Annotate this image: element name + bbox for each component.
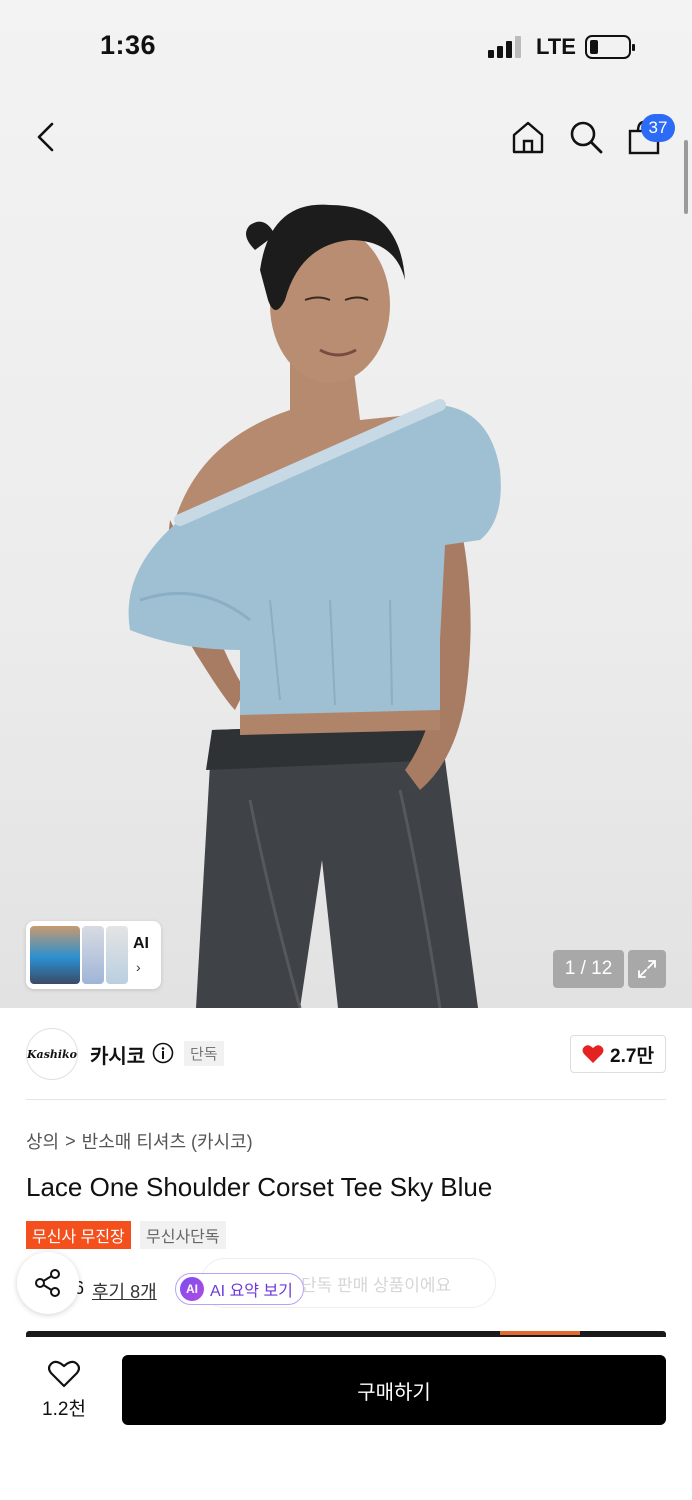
brand-logo[interactable]: Kashiko	[26, 1028, 78, 1080]
thumbnail-3	[106, 926, 128, 984]
chevron-left-icon	[37, 122, 54, 152]
thumbnail-2	[82, 926, 104, 984]
status-time: 1:36	[100, 30, 157, 60]
breadcrumb-level1[interactable]: 상의	[26, 1128, 59, 1154]
promo-tag: 무신사 무진장	[26, 1221, 131, 1249]
like-count: 2.7만	[610, 1045, 654, 1067]
search-button[interactable]	[566, 117, 606, 157]
cart-count-badge: 37	[641, 114, 675, 142]
wishlist-count: 1.2천	[42, 1399, 86, 1420]
exclusive-badge: 단독	[184, 1041, 224, 1066]
like-button[interactable]: 2.7만	[570, 1035, 666, 1073]
back-button[interactable]	[26, 117, 66, 157]
info-icon[interactable]	[152, 1042, 174, 1064]
image-counter: 1 / 12	[553, 950, 624, 988]
breadcrumb-level2[interactable]: 반소매 티셔츠 (카시코)	[82, 1128, 253, 1154]
review-count-link[interactable]: 후기 8개	[92, 1278, 157, 1304]
wishlist-button[interactable]: 1.2천	[34, 1360, 94, 1421]
buy-button[interactable]: 구매하기	[122, 1355, 666, 1425]
network-label: LTE	[536, 34, 576, 59]
ai-label: AI	[133, 935, 149, 952]
ai-summary-button[interactable]: AI AI 요약 보기	[175, 1273, 304, 1305]
page-scrollbar[interactable]	[684, 140, 688, 214]
exclusive-tag: 무신사단독	[140, 1221, 226, 1249]
home-button[interactable]	[508, 117, 548, 157]
fullscreen-button[interactable]	[628, 950, 666, 988]
breadcrumb: 상의 > 반소매 티셔츠 (카시코)	[26, 1128, 253, 1154]
chevron-right-icon: ›	[136, 959, 141, 975]
ai-badge-icon: AI	[180, 1277, 204, 1301]
search-icon	[570, 121, 603, 154]
breadcrumb-separator: >	[65, 1130, 76, 1151]
heart-outline-icon	[48, 1360, 80, 1388]
ai-thumbnail-widget[interactable]: AI ›	[26, 921, 161, 989]
product-title: Lace One Shoulder Corset Tee Sky Blue	[26, 1172, 493, 1202]
signal-icon	[488, 36, 522, 58]
expand-icon	[638, 960, 656, 978]
home-icon	[512, 121, 544, 154]
brand-name[interactable]: 카시코	[90, 1040, 145, 1069]
thumbnail-1	[30, 926, 80, 984]
banner-accent	[500, 1331, 580, 1335]
share-icon	[35, 1269, 60, 1297]
heart-filled-icon	[582, 1045, 604, 1063]
divider	[26, 1099, 666, 1100]
share-button[interactable]	[17, 1252, 79, 1314]
battery-icon	[585, 35, 635, 59]
ai-summary-label: AI 요약 보기	[210, 1283, 293, 1300]
